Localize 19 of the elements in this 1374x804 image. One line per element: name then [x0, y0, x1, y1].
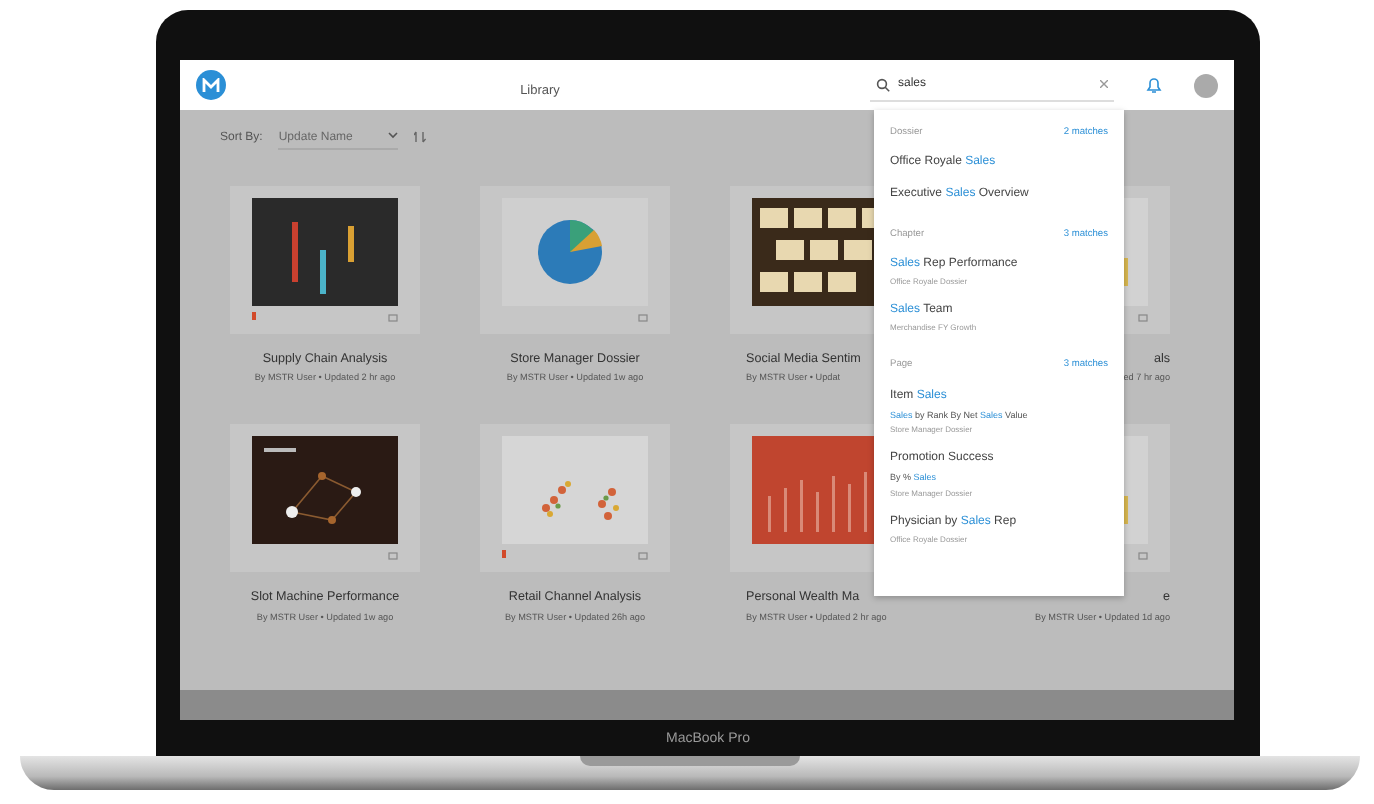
flag-mark [252, 312, 256, 320]
flag-mark [502, 550, 506, 559]
thumbnail-frame[interactable] [480, 424, 670, 573]
share-icon[interactable] [638, 311, 648, 321]
thumbnail-frame[interactable] [230, 186, 420, 334]
thumbnail-frame[interactable] [230, 424, 420, 573]
search-icon [876, 77, 890, 91]
sort-order-icon[interactable] [414, 130, 427, 144]
share-icon[interactable] [1138, 311, 1148, 321]
clear-icon[interactable] [1100, 80, 1108, 88]
avatar[interactable] [1194, 73, 1218, 97]
bell-icon[interactable] [1146, 76, 1162, 94]
share-icon[interactable] [1138, 549, 1148, 560]
thumbnail-frame[interactable] [480, 186, 670, 334]
caret-icon [388, 130, 399, 140]
share-icon[interactable] [388, 549, 398, 560]
logo-icon[interactable] [196, 70, 226, 100]
share-icon[interactable] [388, 311, 398, 321]
share-icon[interactable] [638, 549, 648, 560]
